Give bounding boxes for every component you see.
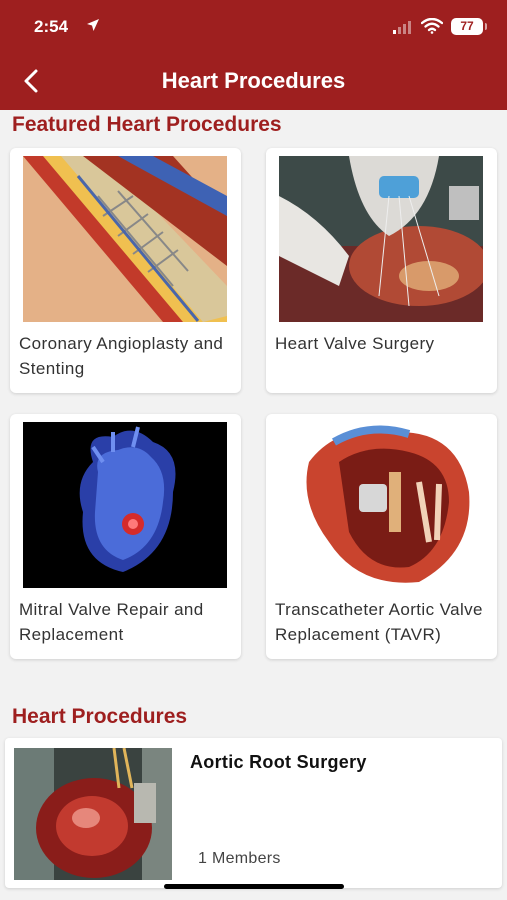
list-item-aortic-root-surgery[interactable]: Aortic Root Surgery 1 Members xyxy=(5,738,502,888)
home-indicator[interactable] xyxy=(164,884,344,889)
app-header: 2:54 77 Heart Procedures xyxy=(0,0,507,110)
featured-heading: Featured Heart Procedures xyxy=(12,113,282,136)
aortic-root-surgery-image xyxy=(14,748,172,880)
featured-card-heart-valve-surgery[interactable]: Heart Valve Surgery xyxy=(266,148,497,393)
procedure-title: Aortic Root Surgery xyxy=(190,752,367,772)
featured-card-label: Heart Valve Surgery xyxy=(275,334,435,353)
wifi-icon xyxy=(421,18,443,34)
location-arrow-icon xyxy=(87,19,99,31)
tavr-image xyxy=(279,422,483,588)
valve-surgery-image xyxy=(279,156,483,322)
featured-card-mitral-valve[interactable]: Mitral Valve Repair and Replacement xyxy=(10,414,241,659)
procedures-heading: Heart Procedures xyxy=(12,705,188,728)
battery-indicator: 77 xyxy=(451,18,487,35)
cellular-signal-icon xyxy=(393,21,411,34)
status-time: 2:54 xyxy=(34,17,69,36)
procedure-members: 1 Members xyxy=(198,850,281,867)
featured-card-coronary-angioplasty[interactable]: Coronary Angioplasty and Stenting xyxy=(10,148,241,393)
featured-card-label: Transcatheter Aortic Valve Replacement (… xyxy=(275,600,483,644)
featured-card-label: Mitral Valve Repair and Replacement xyxy=(19,600,204,644)
page-title: Heart Procedures xyxy=(161,68,346,93)
angioplasty-image xyxy=(23,156,227,322)
featured-card-tavr[interactable]: Transcatheter Aortic Valve Replacement (… xyxy=(266,414,497,659)
featured-card-label: Coronary Angioplasty and Stenting xyxy=(19,334,224,378)
status-bar: 2:54 77 xyxy=(0,14,507,42)
mitral-valve-image xyxy=(23,422,227,588)
